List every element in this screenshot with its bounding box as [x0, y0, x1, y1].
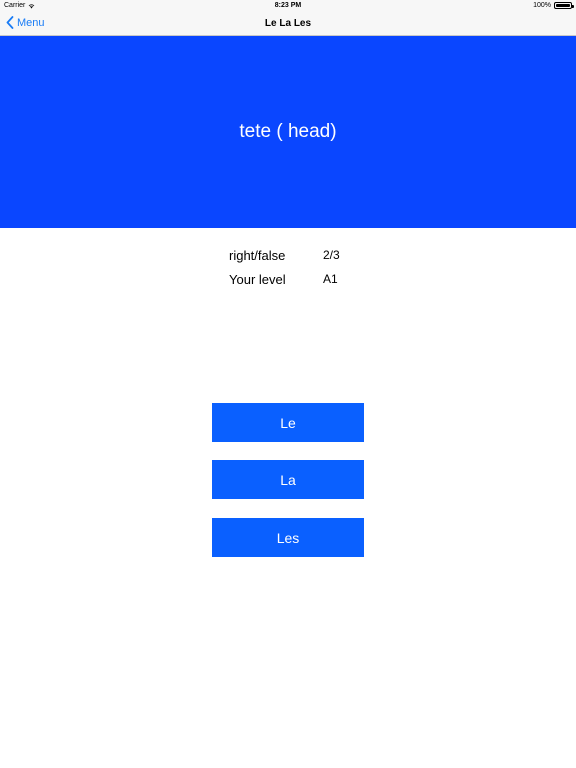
- word-panel: tete ( head): [0, 36, 576, 228]
- score-row: right/false 2/3: [0, 248, 576, 272]
- answer-button-le[interactable]: Le: [212, 403, 364, 442]
- answer-button-la[interactable]: La: [212, 460, 364, 499]
- score-label: right/false: [229, 248, 286, 263]
- level-row: Your level A1: [0, 272, 576, 296]
- word-text: tete ( head): [239, 121, 337, 142]
- navigation-bar: Menu Le La Les: [0, 12, 576, 36]
- battery-icon: [554, 2, 574, 9]
- level-label: Your level: [229, 272, 286, 287]
- score-value: 2/3: [323, 248, 340, 262]
- status-bar: Carrier 8:23 PM 100%: [0, 0, 576, 12]
- battery-fill: [556, 4, 570, 7]
- page-title: Le La Les: [264, 18, 312, 29]
- answer-button-les[interactable]: Les: [212, 518, 364, 557]
- level-value: A1: [323, 272, 338, 286]
- status-time: 8:23 PM: [274, 2, 302, 9]
- battery-status: 100%: [533, 2, 574, 9]
- battery-percent: 100%: [533, 2, 551, 9]
- stats-panel: right/false 2/3 Your level A1: [0, 248, 576, 296]
